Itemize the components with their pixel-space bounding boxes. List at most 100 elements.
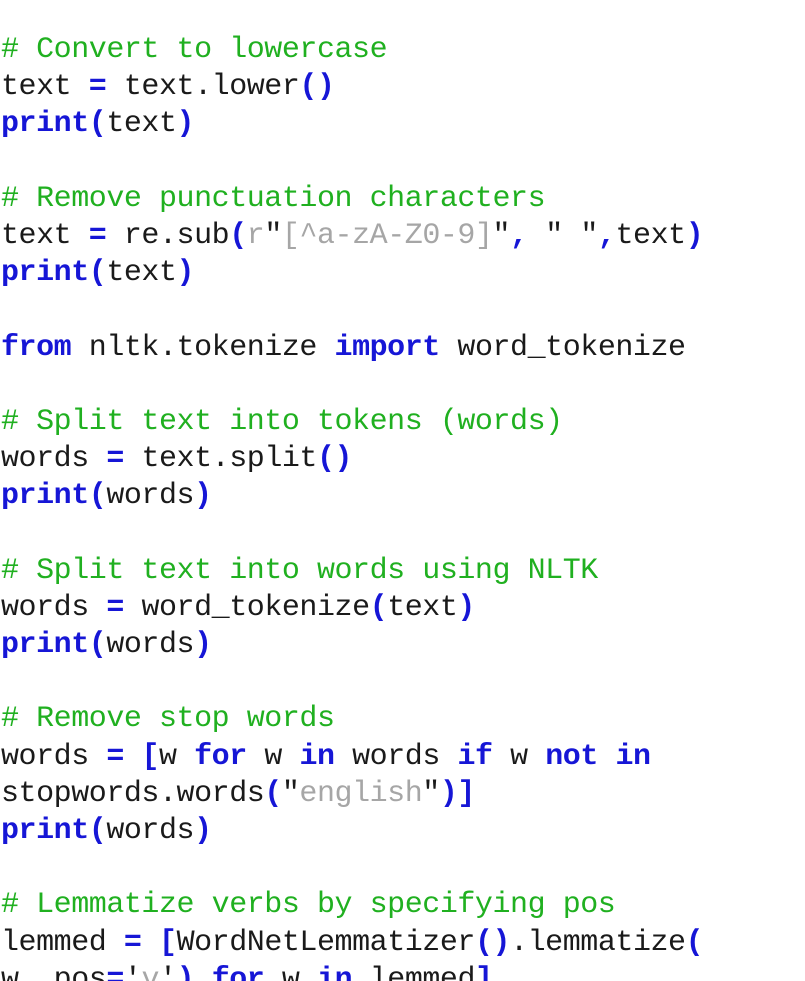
- code-token-kw: import: [334, 330, 441, 365]
- code-token-op: (: [88, 479, 107, 514]
- code-token-kw: if: [457, 739, 493, 774]
- code-token-op: =: [123, 925, 142, 960]
- code-token-id: w: [492, 739, 546, 774]
- code-token-id: .lemmatize: [510, 925, 686, 960]
- code-token-st: [563, 219, 581, 253]
- code-token-cm: # Lemmatize verbs by specifying pos: [1, 888, 616, 923]
- code-token-op: =: [106, 442, 124, 477]
- code-token-id: text: [1, 218, 89, 253]
- code-token-cm: # Remove punctuation characters: [1, 181, 546, 216]
- code-line: w, pos='v') for w in lemmed]: [1, 962, 805, 981]
- code-line: print(text): [1, 106, 805, 143]
- code-line: stopwords.words("english")]: [1, 776, 805, 813]
- code-token-op: ): [194, 813, 212, 848]
- code-token-kw: in: [615, 739, 651, 774]
- code-line: # Split text into words using NLTK: [1, 553, 805, 590]
- code-token-id: lemmed: [352, 962, 476, 981]
- code-token-op: (: [685, 925, 704, 960]
- code-token-kw: print: [1, 813, 89, 848]
- code-token-id: words: [106, 813, 195, 848]
- code-token-id: word_tokenize: [439, 330, 686, 365]
- code-token-cm: # Convert to lowercase: [1, 33, 388, 67]
- code-token-id: text: [106, 256, 177, 291]
- code-token-op: ): [176, 256, 195, 291]
- code-token-qt: ": [264, 218, 282, 253]
- code-token-id: [598, 740, 616, 774]
- code-token-op: ,: [597, 218, 616, 253]
- code-token-op: (: [88, 628, 107, 662]
- code-line: print(text): [1, 255, 805, 292]
- code-token-op: (: [88, 256, 107, 291]
- code-token-st: r: [246, 218, 265, 253]
- code-token-id: text: [387, 590, 458, 625]
- code-line: # Remove punctuation characters: [1, 181, 805, 218]
- code-token-id: w, pos: [1, 962, 107, 981]
- code-token-id: word_tokenize: [123, 590, 370, 625]
- code-line: from nltk.tokenize import word_tokenize: [1, 330, 805, 367]
- code-line: print(words): [1, 478, 805, 515]
- code-token-op: =: [88, 70, 107, 105]
- code-token-kw: in: [317, 962, 353, 981]
- code-line: # Lemmatize verbs by specifying pos: [1, 887, 805, 924]
- code-token-id: nltk.tokenize: [71, 330, 335, 365]
- code-token-id: [194, 963, 212, 981]
- code-line: print(words): [1, 627, 805, 664]
- code-token-kw: for: [211, 962, 265, 981]
- code-token-kw: print: [1, 628, 89, 662]
- code-token-id: WordNetLemmatizer: [176, 925, 476, 960]
- code-token-id: stopwords.words: [1, 776, 265, 811]
- code-token-op: ,: [510, 218, 528, 253]
- code-token-op: =: [106, 962, 124, 981]
- code-token-op: ): [176, 962, 195, 981]
- code-token-kw: print: [1, 256, 89, 291]
- code-token-op: [: [141, 739, 160, 774]
- code-token-id: words: [1, 590, 107, 625]
- code-token-id: words: [1, 442, 107, 477]
- code-line: words = [w for w in words if w not in: [1, 739, 805, 776]
- code-token-id: words: [334, 739, 458, 774]
- code-token-id: [141, 926, 159, 960]
- code-token-id: text.lower: [106, 70, 300, 105]
- code-snippet-page: # Convert to lowercase text = text.lower(…: [0, 0, 805, 981]
- code-token-qt: ": [580, 218, 598, 253]
- code-token-id: re.sub: [106, 218, 230, 253]
- code-line: # Convert to lowercase: [1, 32, 805, 69]
- code-token-op: ): [194, 479, 212, 514]
- code-token-id: text: [106, 107, 177, 142]
- code-token-op: ): [457, 590, 475, 625]
- code-token-op: ]: [475, 962, 493, 981]
- code-token-id: text: [1, 70, 89, 105]
- code-token-kw: from: [1, 330, 72, 365]
- code-token-op: =: [106, 739, 124, 774]
- code-token-qt: ': [123, 962, 142, 981]
- code-line: # Split text into tokens (words): [1, 404, 805, 441]
- code-token-op: ): [685, 218, 704, 253]
- code-line: # Remove stop words: [1, 701, 805, 738]
- code-token-op: [: [159, 925, 177, 960]
- code-line: words = text.split(): [1, 441, 805, 478]
- code-line: text = re.sub(r"[^a-zA-Z0-9]", " ",text): [1, 218, 805, 255]
- code-token-st: english: [299, 776, 423, 811]
- code-token-cm: # Split text into tokens (words): [1, 404, 563, 439]
- code-token-kw: not: [545, 739, 598, 774]
- code-token-op: ): [176, 107, 195, 142]
- code-token-cm: # Split text into words using NLTK: [1, 553, 598, 588]
- code-token-op: (: [229, 218, 247, 253]
- code-token-op: (): [474, 925, 511, 960]
- code-token-qt: ": [422, 776, 440, 811]
- code-token-id: [124, 740, 142, 774]
- code-token-op: ): [194, 628, 212, 662]
- code-token-op: (: [88, 813, 107, 848]
- code-token-id: words: [1, 739, 107, 774]
- code-token-qt: ": [281, 776, 300, 811]
- code-line: lemmed = [WordNetLemmatizer().lemmatize(: [1, 925, 805, 962]
- code-token-cm: # Remove stop words: [1, 702, 335, 737]
- code-token-id: words: [106, 479, 195, 514]
- code-token-st: [^a-zA-Z0-9]: [281, 218, 493, 253]
- python-code-block[interactable]: # Convert to lowercase text = text.lower(…: [0, 30, 805, 981]
- code-token-qt: ": [545, 218, 563, 253]
- code-token-id: text: [615, 218, 686, 253]
